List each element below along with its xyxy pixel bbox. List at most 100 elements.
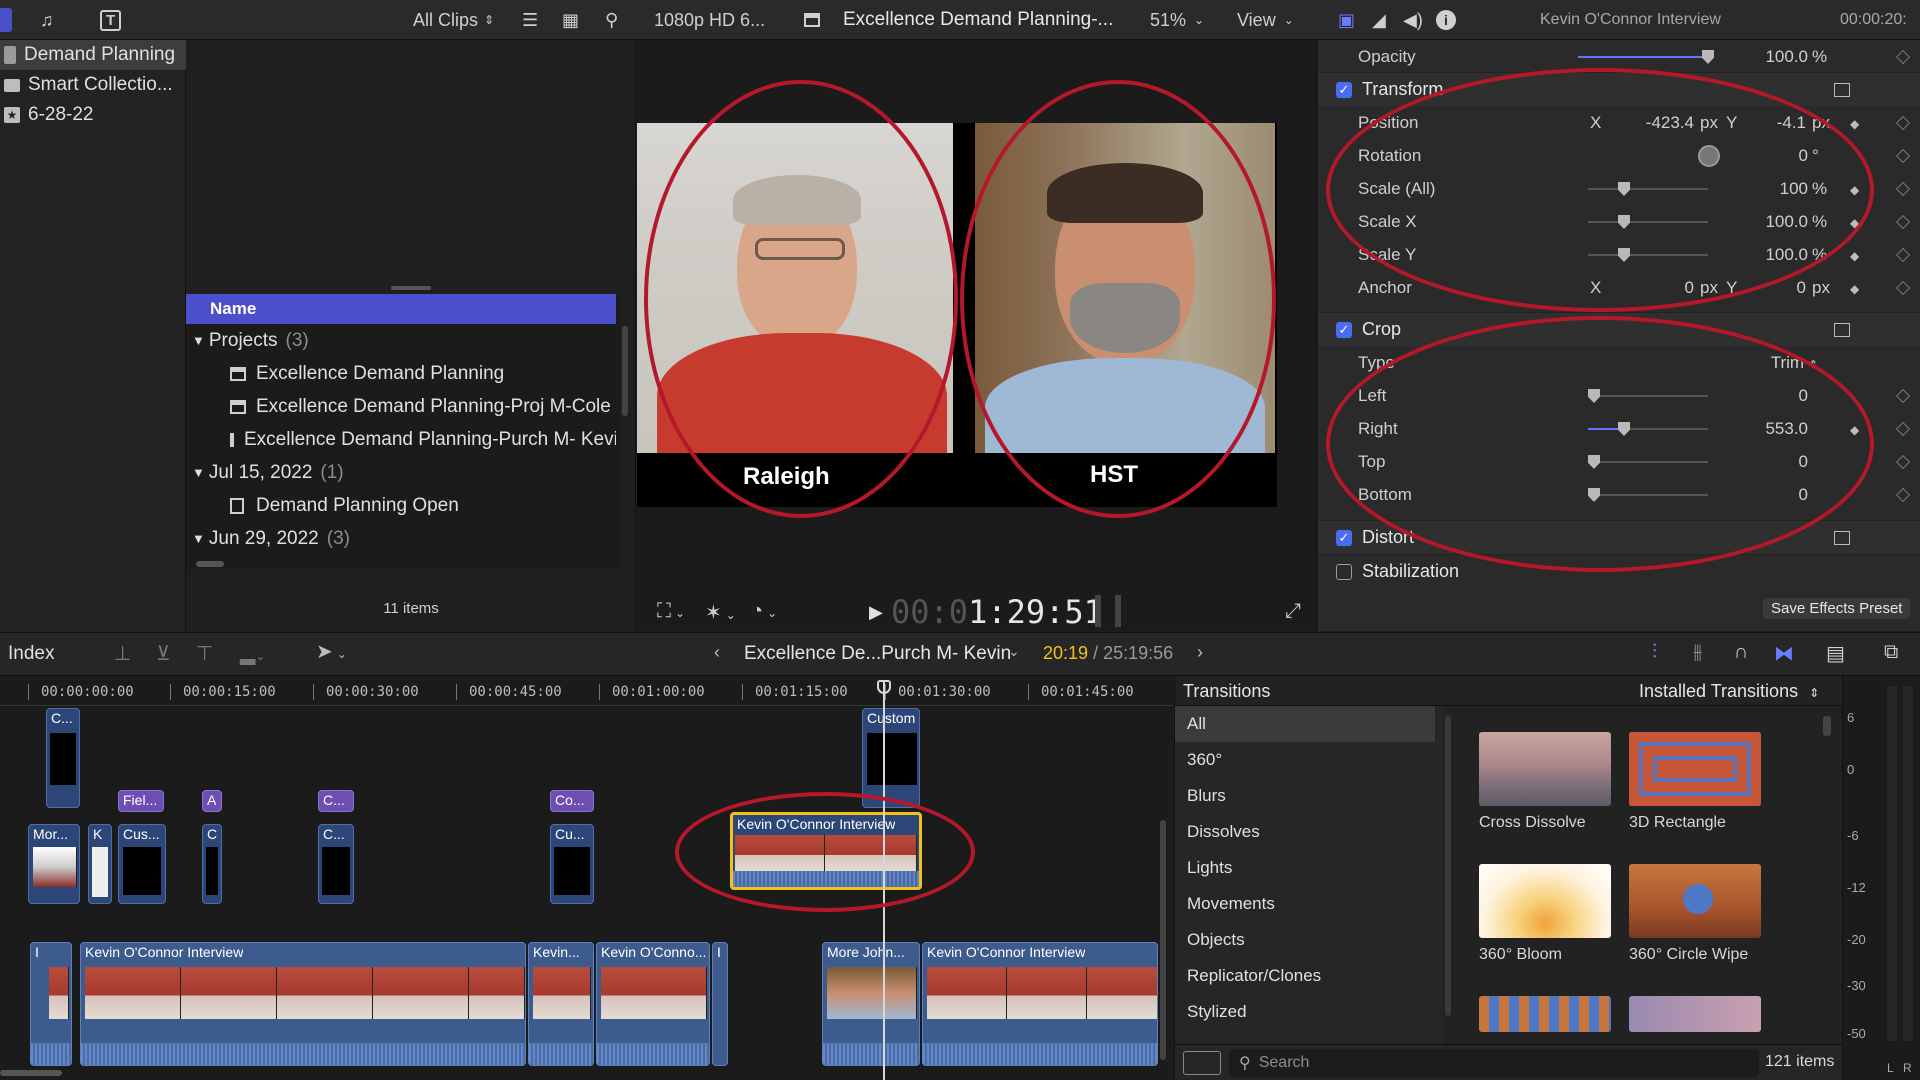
selected-clip[interactable]: Kevin O'Connor Interview [730, 812, 922, 890]
effects-browser-icon[interactable]: ⧉ [1884, 641, 1898, 664]
append-edit-icon[interactable]: ⊤ [196, 641, 213, 666]
param-value[interactable]: -4.1 [1746, 113, 1806, 133]
categories-scrollbar[interactable] [1445, 716, 1451, 1016]
param-value[interactable]: 0 [1746, 278, 1806, 298]
media-browser-icon[interactable]: ♫ [40, 0, 54, 40]
zoom-popup[interactable]: 51% ⌄ [1150, 0, 1204, 40]
opacity-slider[interactable] [1578, 50, 1714, 64]
param-value[interactable]: 0 [1738, 485, 1808, 505]
index-button[interactable]: Index [8, 643, 54, 665]
360-circle-wipe-thumbnail[interactable] [1629, 864, 1761, 938]
headphones-icon[interactable]: ∩ [1734, 641, 1748, 664]
keyframe-nav-icon[interactable]: ◆ [1850, 216, 1862, 230]
primary-clip[interactable]: Kevin O'Connor Interview [922, 942, 1158, 1066]
video-inspector-icon[interactable]: ▣ [1338, 0, 1355, 40]
category-lights[interactable]: Lights [1175, 850, 1435, 886]
forward-arrow-icon[interactable]: › [1197, 642, 1203, 663]
scale-y-slider[interactable] [1588, 248, 1708, 262]
keyframe-diamond-icon[interactable] [1895, 388, 1911, 403]
stabilization-section-header[interactable]: Stabilization [1318, 554, 1920, 588]
list-item[interactable]: Demand Planning Open [186, 489, 616, 522]
name-column-header[interactable]: Name [186, 294, 616, 324]
category-stylized[interactable]: Stylized [1175, 994, 1435, 1030]
category-all[interactable]: All [1175, 706, 1435, 742]
connected-clip[interactable]: C... [318, 824, 354, 904]
crop-checkbox[interactable]: ✓ [1336, 321, 1352, 338]
filmstrip-view-icon[interactable]: ▦ [562, 0, 579, 40]
param-value[interactable]: 100.0 [1738, 212, 1808, 232]
color-inspector-icon[interactable]: ◢ [1372, 0, 1386, 40]
sidebar-toggle-icon[interactable] [1183, 1051, 1221, 1075]
category-dissolves[interactable]: Dissolves [1175, 814, 1435, 850]
param-value[interactable]: 100.0 [1738, 47, 1808, 67]
scale-x-slider[interactable] [1588, 215, 1708, 229]
crop-right-slider[interactable] [1588, 422, 1708, 436]
keyframe-diamond-icon[interactable] [1895, 214, 1911, 229]
installed-transitions-popup[interactable]: Installed Transitions ⇕ [1639, 681, 1819, 702]
insert-edit-icon[interactable]: ⊻ [156, 641, 171, 666]
custom-clip[interactable]: Custom [862, 708, 920, 808]
save-effects-preset-button[interactable]: Save Effects Preset [1763, 598, 1911, 619]
keyframe-diamond-icon[interactable] [1895, 421, 1911, 436]
disclosure-triangle-icon[interactable]: ▼ [192, 465, 205, 480]
search-icon[interactable]: ⚲ [605, 0, 618, 40]
cross-dissolve-thumbnail[interactable] [1479, 732, 1611, 806]
group-projects[interactable]: ▼ Projects (3) [186, 324, 616, 357]
crop-type-popup[interactable]: Trim ⇕ [1748, 353, 1818, 373]
transition-thumbnail[interactable] [1479, 996, 1611, 1032]
overwrite-edit-icon[interactable]: ▂⌄ [240, 641, 265, 666]
title-clip[interactable]: Co... [550, 790, 594, 812]
param-value[interactable]: 100 [1738, 179, 1808, 199]
resize-handle[interactable] [391, 286, 431, 290]
onscreen-control-icon[interactable] [1834, 322, 1850, 337]
transform-section-header[interactable]: ✓ Transform [1318, 72, 1920, 106]
distort-checkbox[interactable]: ✓ [1336, 529, 1352, 546]
list-item[interactable]: Excellence Demand Planning-Purch M- Kevi… [186, 423, 616, 456]
keyframe-diamond-icon[interactable] [1895, 487, 1911, 502]
keyframe-diamond-icon[interactable] [1895, 115, 1911, 130]
crop-bottom-slider[interactable] [1588, 488, 1708, 502]
library-item-smart-collections[interactable]: Smart Collectio... [0, 70, 186, 100]
play-button[interactable]: ▶ [869, 602, 883, 623]
timeline-vertical-scrollbar[interactable] [1160, 820, 1166, 1060]
fullscreen-icon[interactable]: ⤢ [1285, 600, 1301, 623]
connected-clip[interactable]: C [202, 824, 222, 904]
connected-clip[interactable]: Mor... [28, 824, 80, 904]
search-field[interactable]: ⚲ Search [1229, 1049, 1759, 1077]
transform-checkbox[interactable]: ✓ [1336, 81, 1352, 98]
distort-section-header[interactable]: ✓ Distort [1318, 520, 1920, 554]
param-value[interactable]: 100.0 [1738, 245, 1808, 265]
libraries-toggle-icon[interactable] [0, 8, 12, 32]
vertical-scrollbar[interactable] [622, 326, 628, 416]
thumbnails-scrollbar[interactable] [1823, 716, 1831, 736]
keyframe-diamond-icon[interactable] [1895, 181, 1911, 196]
playhead-handle[interactable] [877, 680, 891, 694]
keyframe-diamond-icon[interactable] [1895, 280, 1911, 295]
chevron-down-icon[interactable]: ⌄ [1008, 643, 1020, 660]
keyframe-diamond-icon[interactable] [1895, 247, 1911, 262]
param-value[interactable]: 0 [1738, 452, 1808, 472]
param-value[interactable]: 0 [1738, 146, 1808, 166]
category-360[interactable]: 360° [1175, 742, 1435, 778]
title-clip[interactable]: A [202, 790, 222, 812]
clip-filter-popup[interactable]: All Clips ⇕ [413, 0, 494, 40]
list-item[interactable]: Excellence Demand Planning-Proj M-Cole [186, 390, 616, 423]
primary-clip[interactable]: Kevin O'Connor Interview [80, 942, 526, 1066]
list-view-icon[interactable]: ☰ [522, 0, 538, 40]
library-item-demand-planning[interactable]: Demand Planning [0, 40, 186, 70]
onscreen-control-icon[interactable] [1834, 530, 1850, 545]
primary-clip[interactable]: More John... [822, 942, 920, 1066]
connected-clip[interactable]: Cus... [118, 824, 166, 904]
360-bloom-thumbnail[interactable] [1479, 864, 1611, 938]
primary-clip[interactable]: Kevin... [528, 942, 594, 1066]
primary-clip[interactable]: I [30, 942, 72, 1066]
onscreen-control-icon[interactable] [1834, 82, 1850, 97]
keyframe-nav-icon[interactable]: ◆ [1850, 117, 1862, 131]
crop-section-header[interactable]: ✓ Crop [1318, 312, 1920, 346]
category-objects[interactable]: Objects [1175, 922, 1435, 958]
keyframe-nav-icon[interactable]: ◆ [1850, 183, 1862, 197]
transition-thumbnail[interactable] [1629, 996, 1761, 1032]
keyframe-nav-icon[interactable]: ◆ [1850, 423, 1862, 437]
primary-clip[interactable]: Kevin O'Conno... [596, 942, 710, 1066]
clip-appearance-icon[interactable]: ▤ [1826, 641, 1845, 666]
